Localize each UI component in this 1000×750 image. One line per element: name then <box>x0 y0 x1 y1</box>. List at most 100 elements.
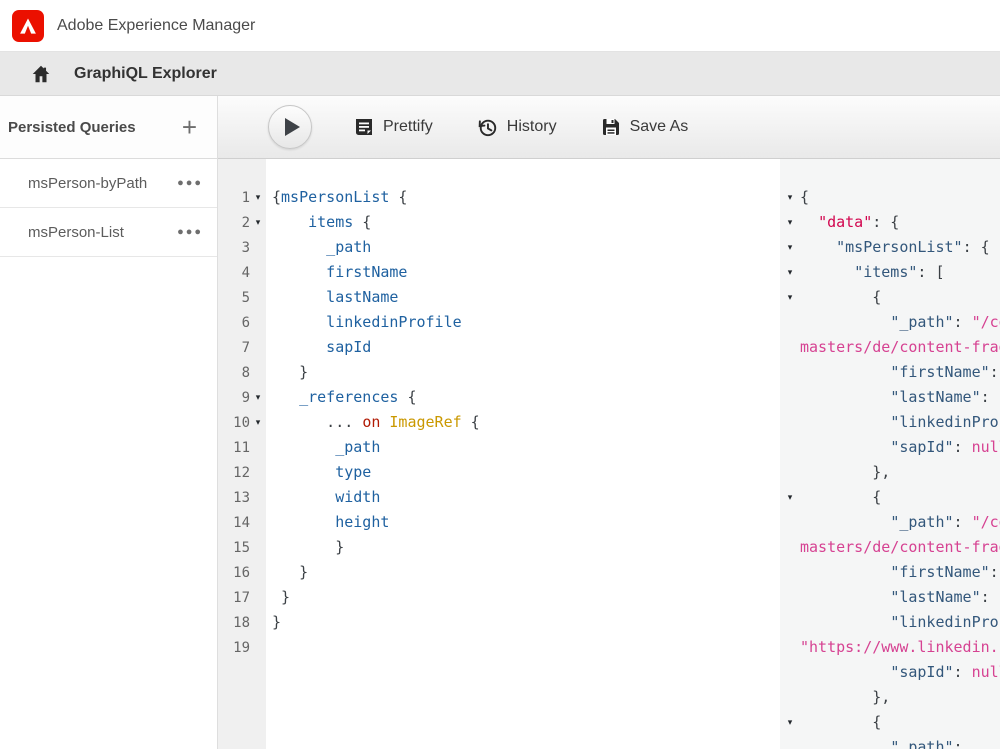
code-token: "firstName" <box>890 363 989 381</box>
history-clock-icon <box>477 117 498 138</box>
query-line[interactable]: } <box>272 560 780 585</box>
code-token: "items" <box>854 263 917 281</box>
code-token: : <box>954 663 972 681</box>
result-text: { <box>800 710 881 735</box>
result-text: "data": { <box>800 210 899 235</box>
query-line[interactable]: height <box>272 510 780 535</box>
query-line[interactable]: } <box>272 360 780 385</box>
query-line[interactable]: lastName <box>272 285 780 310</box>
query-line[interactable]: {msPersonList { <box>272 185 780 210</box>
code-token <box>272 388 299 406</box>
result-line: "lastName": " <box>780 585 1000 610</box>
query-line[interactable]: width <box>272 485 780 510</box>
line-number: 2 <box>218 215 250 231</box>
code-token: _path <box>272 438 380 456</box>
code-token: "/content/dam/ms- <box>972 313 1000 331</box>
code-token: "linkedinProfile" <box>890 413 1000 431</box>
fold-arrow-icon[interactable]: ▾ <box>250 392 266 403</box>
result-text: "items": [ <box>800 260 945 285</box>
code-token <box>800 663 890 681</box>
home-icon[interactable] <box>30 63 52 85</box>
code-token: : <box>954 513 972 531</box>
code-token: null <box>972 663 1000 681</box>
prettify-icon <box>354 117 374 137</box>
ellipsis-icon[interactable]: ●●● <box>177 226 203 238</box>
code-token: ... <box>272 413 362 431</box>
line-number: 15 <box>218 540 250 556</box>
query-line[interactable]: sapId <box>272 335 780 360</box>
code-token: : { <box>963 238 990 256</box>
sidebar-item-msperson-bypath[interactable]: msPerson-byPath ●●● <box>0 159 217 208</box>
query-line[interactable]: _path <box>272 235 780 260</box>
query-editor[interactable]: {msPersonList { items { _path firstName … <box>266 159 780 749</box>
query-line[interactable]: _path <box>272 435 780 460</box>
fold-arrow-icon[interactable]: ▾ <box>250 192 266 203</box>
fold-arrow-icon[interactable]: ▾ <box>780 292 800 303</box>
code-token: sapId <box>272 338 371 356</box>
code-token: msPersonList <box>281 188 389 206</box>
code-token: { <box>800 713 881 731</box>
code-token: items <box>308 213 353 231</box>
history-label: History <box>507 118 557 136</box>
code-token: }, <box>800 688 890 706</box>
query-line[interactable]: ... on ImageRef { <box>272 410 780 435</box>
fold-arrow-icon[interactable]: ▾ <box>780 192 800 203</box>
sidebar-item-msperson-list[interactable]: msPerson-List ●●● <box>0 208 217 257</box>
code-token: } <box>272 538 344 556</box>
fold-arrow-icon[interactable]: ▾ <box>780 217 800 228</box>
result-line: masters/de/content-fragments/ <box>780 535 1000 560</box>
ellipsis-icon[interactable]: ●●● <box>177 177 203 189</box>
fold-arrow-icon[interactable]: ▾ <box>250 417 266 428</box>
fold-arrow-icon[interactable]: ▾ <box>780 267 800 278</box>
code-token: } <box>272 613 281 631</box>
query-line[interactable]: items { <box>272 210 780 235</box>
code-token: { <box>800 488 881 506</box>
page-title: GraphiQL Explorer <box>74 65 217 83</box>
app-header: Adobe Experience Manager <box>0 0 1000 52</box>
code-token: : <box>954 313 972 331</box>
result-line: "_path": "/content/dam/ms- <box>780 510 1000 535</box>
result-line: "lastName": " <box>780 385 1000 410</box>
code-token <box>800 313 890 331</box>
save-as-button[interactable]: Save As <box>601 117 689 137</box>
execute-query-button[interactable] <box>268 105 312 149</box>
code-token: "data" <box>818 213 872 231</box>
fold-arrow-icon[interactable]: ▾ <box>250 217 266 228</box>
code-token: { <box>800 188 809 206</box>
code-token: ImageRef <box>389 413 461 431</box>
query-line[interactable]: firstName <box>272 260 780 285</box>
code-token: : <box>981 388 999 406</box>
code-token: "https://www.linkedin.com/in/ <box>800 638 1000 656</box>
result-text: "linkedinProfile": <box>800 610 1000 635</box>
code-token: : [ <box>917 263 944 281</box>
code-token: "_path" <box>890 513 953 531</box>
code-token: on <box>362 413 380 431</box>
code-token <box>272 213 308 231</box>
code-token: { <box>800 288 881 306</box>
result-line: ▾ "data": { <box>780 210 1000 235</box>
query-line[interactable]: linkedinProfile <box>272 310 780 335</box>
fold-arrow-icon[interactable]: ▾ <box>780 717 800 728</box>
query-line[interactable]: _references { <box>272 385 780 410</box>
prettify-button[interactable]: Prettify <box>354 117 433 137</box>
history-button[interactable]: History <box>477 117 557 138</box>
query-line[interactable]: } <box>272 535 780 560</box>
add-query-button[interactable]: + <box>182 117 197 137</box>
fold-arrow-icon[interactable]: ▾ <box>780 242 800 253</box>
code-token <box>800 563 890 581</box>
code-token <box>800 588 890 606</box>
result-line: "sapId": null <box>780 660 1000 685</box>
query-line[interactable]: type <box>272 460 780 485</box>
code-token <box>800 513 890 531</box>
code-token: { <box>353 213 371 231</box>
query-line[interactable] <box>272 635 780 660</box>
result-text: }, <box>800 460 890 485</box>
graphiql-main: Prettify History <box>218 96 1000 749</box>
code-token: type <box>272 463 371 481</box>
query-line[interactable]: } <box>272 610 780 635</box>
code-token: : <box>954 738 972 749</box>
result-line: "sapId": null <box>780 435 1000 460</box>
result-text: "lastName": " <box>800 385 1000 410</box>
fold-arrow-icon[interactable]: ▾ <box>780 492 800 503</box>
query-line[interactable]: } <box>272 585 780 610</box>
